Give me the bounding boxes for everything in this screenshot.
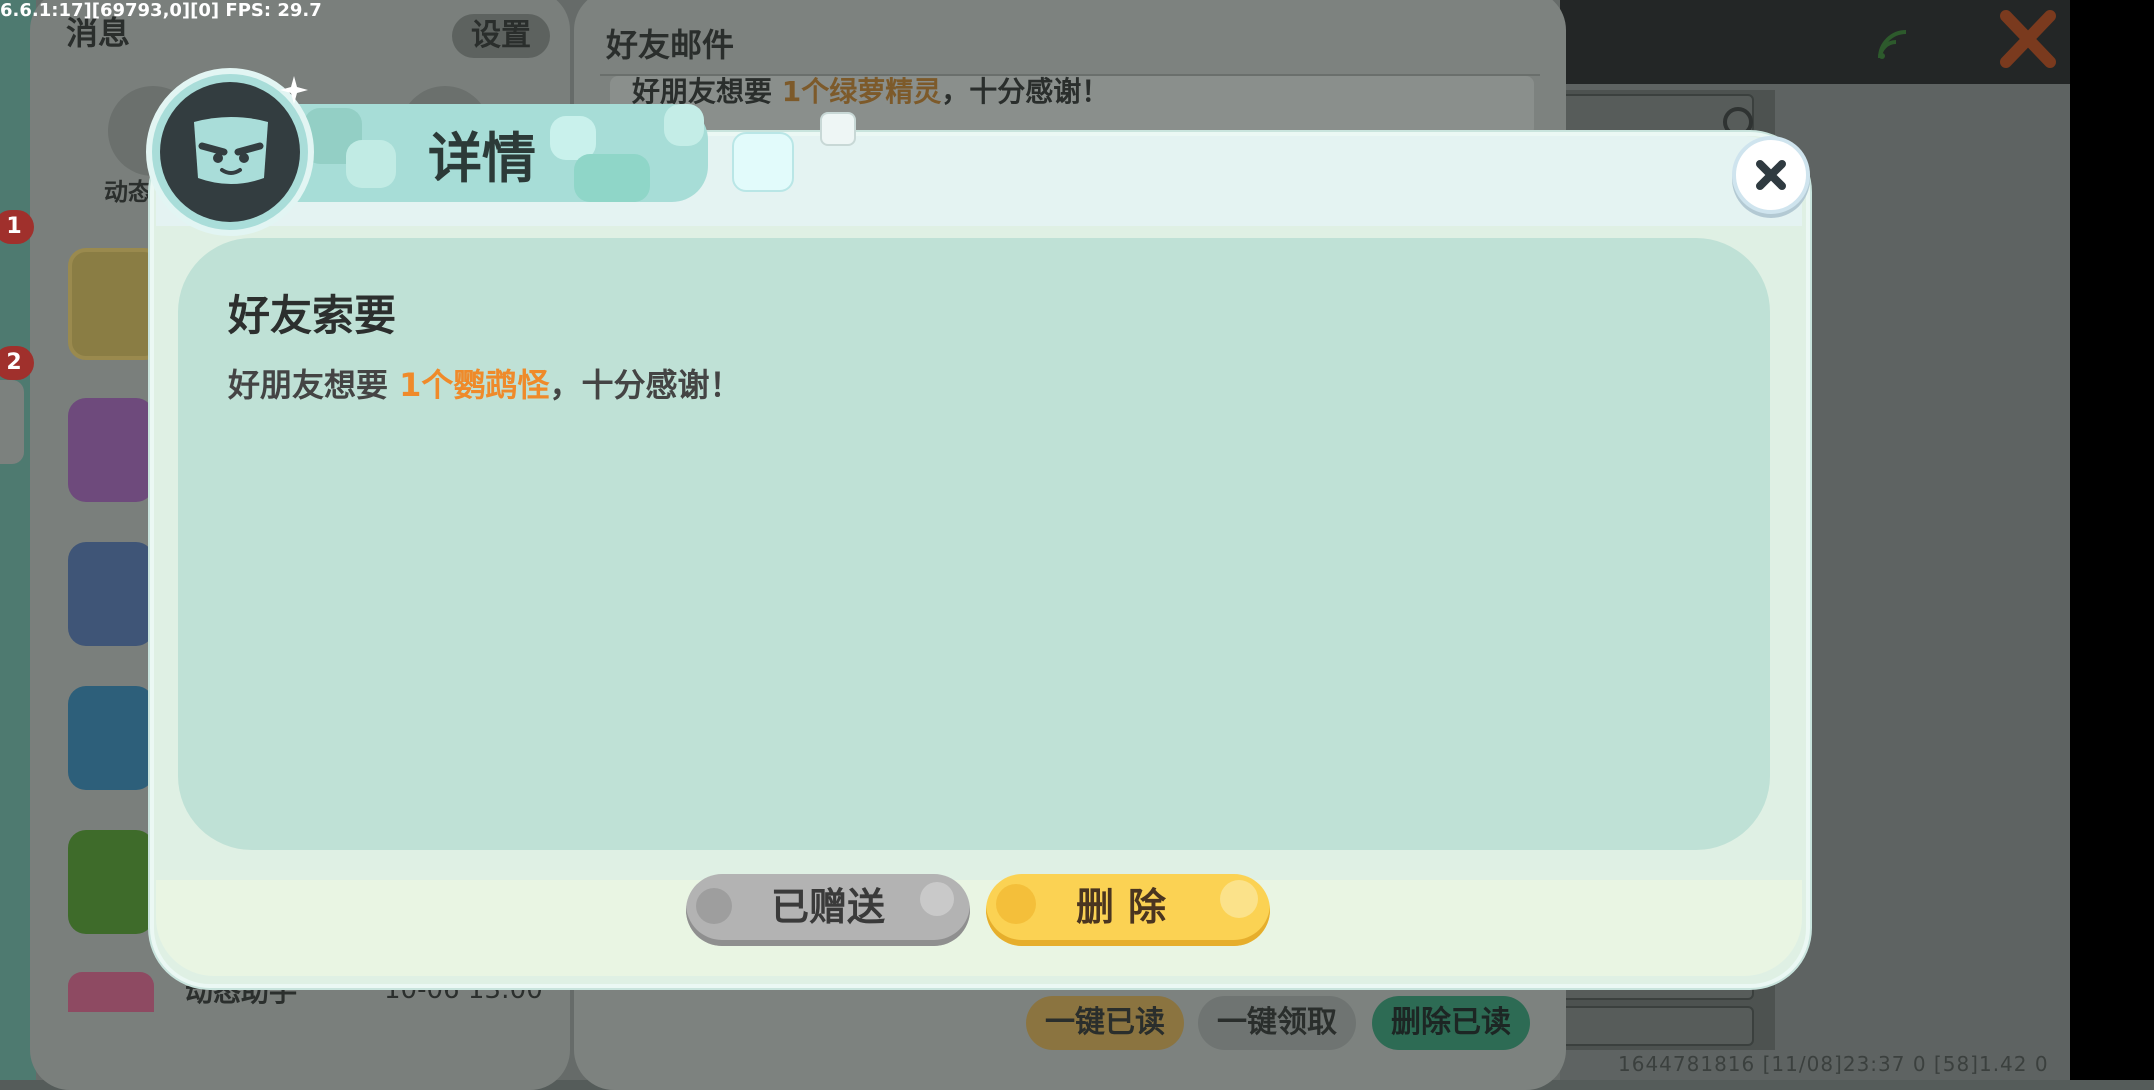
button-decor (920, 882, 954, 916)
delete-button[interactable]: 删除 (986, 874, 1270, 946)
tab-bubble (346, 140, 396, 188)
dialog-footer-band (156, 880, 1802, 976)
message-prefix: 好朋友想要 (228, 366, 389, 404)
top-bar (1560, 0, 2070, 84)
gift-icon[interactable] (68, 398, 154, 502)
screen-edge (2070, 0, 2154, 1080)
input-field-bg (1560, 1006, 1754, 1046)
mail-preview-highlight: 1个绿萝精灵 (781, 75, 942, 108)
claim-all-button[interactable]: 一键领取 (1198, 996, 1356, 1050)
dynamic-label: 动态 (104, 178, 152, 206)
badge-count: 1 (0, 210, 34, 244)
gifted-button[interactable]: 已赠送 (686, 874, 970, 946)
dynamic-helper-icon (68, 972, 154, 1012)
close-button[interactable] (1732, 136, 1810, 214)
decor-square (732, 132, 794, 192)
read-all-button[interactable]: 一键已读 (1026, 996, 1184, 1050)
close-x-icon[interactable] (1998, 8, 2058, 70)
ninja-face-icon (194, 117, 268, 184)
debug-overlay: 6.6.1:17][69793,0][0] FPS: 29.7 (0, 0, 322, 21)
message-highlight: 1个鹦鹉怪 (399, 366, 550, 404)
delete-label: 删除 (1075, 885, 1180, 929)
dialog-title: 详情 (428, 127, 536, 190)
tab-bubble (664, 104, 704, 146)
button-decor (996, 884, 1036, 924)
gifted-label: 已赠送 (770, 885, 885, 929)
edit-icon[interactable] (68, 830, 154, 934)
tab-bubble (574, 154, 650, 202)
friend-mail-icon[interactable] (68, 248, 162, 360)
settings-button[interactable]: 设置 (452, 14, 550, 58)
gear-icon[interactable] (68, 542, 154, 646)
dialog-content-box (178, 238, 1770, 850)
wifi-icon (1878, 30, 1907, 59)
sparkle-icon (280, 76, 308, 104)
delete-read-button[interactable]: 删除已读 (1372, 996, 1530, 1050)
mail-panel-title: 好友邮件 (606, 26, 735, 64)
close-icon (1756, 160, 1786, 190)
mail-icon[interactable] (68, 686, 154, 790)
button-decor (1220, 880, 1258, 918)
mail-preview-text: 好朋友想要 1个绿萝精灵，十分感谢！ (632, 70, 1109, 110)
content-message: 好朋友想要 1个鹦鹉怪，十分感谢！ (228, 360, 741, 406)
footer-debug-ids: 1644781816 [11/08]23:37 0 [58]1.42 0 (1618, 1052, 2049, 1076)
mail-preview-suffix: ，十分感谢！ (941, 75, 1110, 108)
button-decor (696, 888, 732, 924)
side-tab[interactable] (0, 380, 24, 464)
content-title: 好友索要 (228, 291, 397, 340)
badge-count: 2 (0, 346, 34, 380)
message-suffix: ，十分感谢！ (549, 366, 742, 404)
decor-square (820, 112, 856, 146)
